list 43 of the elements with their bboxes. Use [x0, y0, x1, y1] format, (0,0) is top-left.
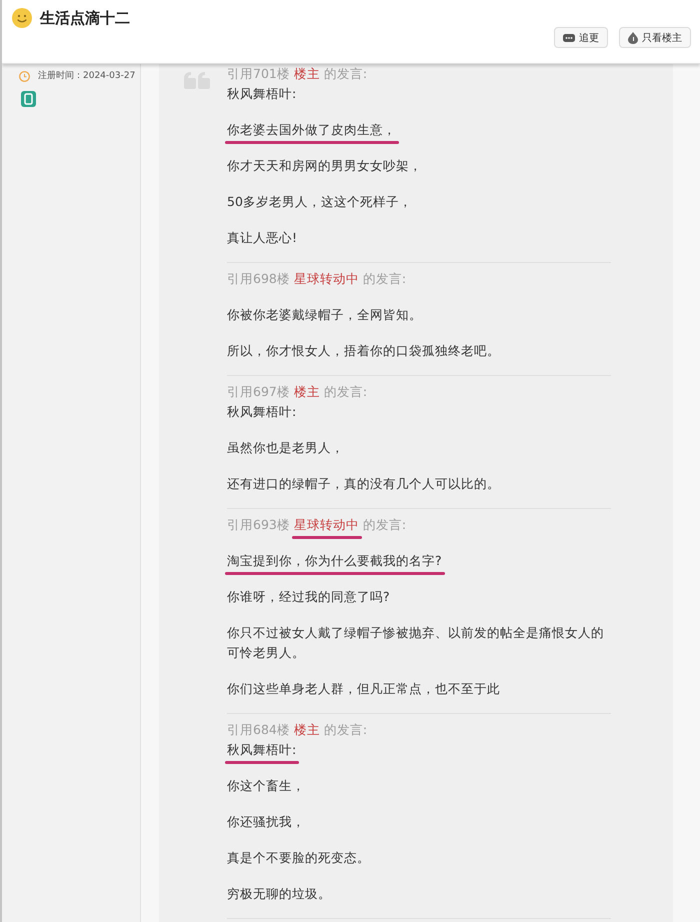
smiley-icon — [12, 8, 32, 28]
quote-paragraph: 你只不过被女人戴了绿帽子惨被抛弃、以前发的帖全是痛恨女人的可怜老男人。 — [227, 624, 605, 662]
addressee-text: 秋风舞梧叶: — [227, 741, 296, 759]
quote-suffix: 的发言: — [362, 516, 406, 534]
quote-paragraph: 你还骚扰我， — [227, 813, 305, 831]
quote-paragraph: 还有进口的绿帽子，真的没有几个人可以比的。 — [227, 475, 500, 493]
quote-floor: 引用697楼 — [227, 383, 290, 401]
quote-paragraph: 50多岁老男人，这这个死样子， — [227, 193, 412, 211]
addressee-text: 秋风舞梧叶: — [227, 85, 296, 103]
post-title: 生活点滴十二 — [40, 8, 130, 28]
quote-suffix: 的发言: — [362, 270, 406, 288]
quote-suffix: 的发言: — [324, 383, 368, 401]
quote-floor: 引用693楼 — [227, 516, 290, 534]
quote-paragraph: 真让人恶心! — [227, 229, 298, 247]
phone-icon — [21, 91, 36, 107]
quote-suffix: 的发言: — [324, 65, 368, 83]
chat-icon — [563, 34, 575, 42]
quote-floor: 引用698楼 — [227, 270, 290, 288]
quote-paragraph: 你这个畜生， — [227, 777, 305, 795]
quote-paragraph: 你被你老婆戴绿帽子，全网皆知。 — [227, 306, 422, 324]
quote-floor: 引用701楼 — [227, 65, 290, 83]
quote-paragraph: 所以，你才恨女人，捂着你的口袋孤独终老吧。 — [227, 342, 500, 360]
author-link[interactable]: 楼主 — [294, 382, 320, 402]
quote-paragraph: 穷极无聊的垃圾。 — [227, 885, 331, 903]
clock-icon — [19, 70, 30, 82]
quote-paragraph: 你谁呀，经过我的同意了吗? — [227, 588, 390, 606]
author-link[interactable]: 楼主 — [294, 720, 320, 740]
quote-suffix: 的发言: — [324, 721, 368, 739]
quote-paragraph: 淘宝提到你，你为什么要截我的名字? — [227, 552, 442, 570]
quote-paragraph: 真是个不要脸的死变态。 — [227, 849, 370, 867]
author-link[interactable]: 楼主 — [294, 64, 320, 84]
quote-paragraph: 虽然你也是老男人， — [227, 439, 344, 457]
addressee-text: 秋风舞梧叶: — [227, 403, 296, 421]
follow-button[interactable]: 追更 — [554, 27, 608, 48]
quote-paragraph: 你老婆去国外做了皮肉生意， — [227, 121, 396, 139]
quote-floor: 引用684楼 — [227, 721, 290, 739]
quote-paragraph: 你们这些单身老人群，但凡正常点，也不至于此 — [227, 680, 500, 698]
quote-paragraph: 你才天天和房网的男男女女吵架， — [227, 157, 422, 175]
drop-icon — [628, 32, 638, 44]
register-date: 注册时间：2024-03-27 — [38, 70, 136, 82]
author-link[interactable]: 星球转动中 — [294, 515, 359, 535]
author-only-button[interactable]: 只看楼主 — [619, 27, 691, 48]
author-link[interactable]: 星球转动中 — [294, 269, 359, 289]
